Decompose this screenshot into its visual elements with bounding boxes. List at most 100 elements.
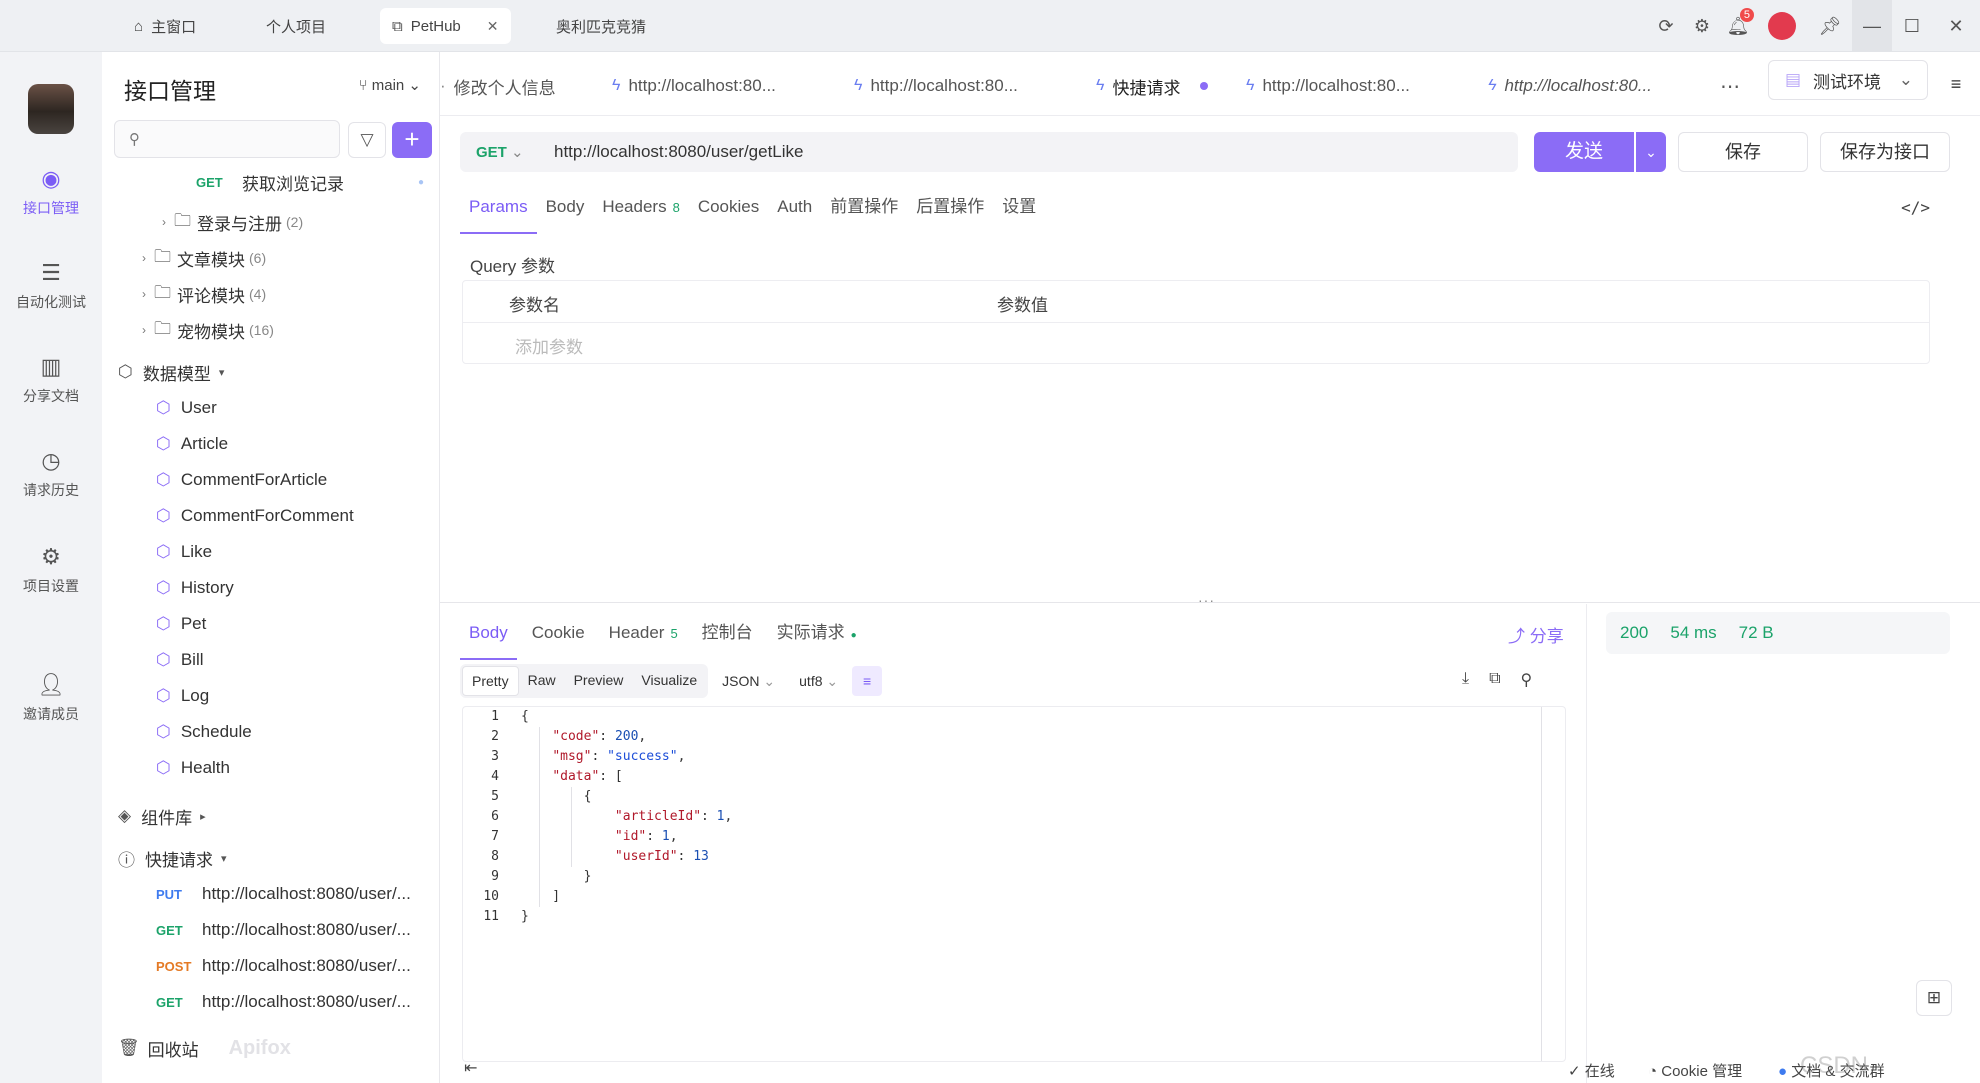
tree-folder-article[interactable]: › 🗀 文章模块 (6): [102, 242, 438, 274]
visualize-button[interactable]: Visualize: [632, 666, 706, 696]
window-tab-pethub[interactable]: ⧉ PetHub ✕: [380, 8, 511, 44]
close-window-icon[interactable]: ✕: [1932, 0, 1980, 52]
quick-request-item[interactable]: POST http://localhost:8080/user/...: [102, 950, 438, 982]
section-components[interactable]: ◈ 组件库 ▸: [102, 800, 438, 832]
resize-handle[interactable]: ···: [1198, 592, 1215, 608]
layout-toggle-icon[interactable]: ⊞: [1916, 980, 1952, 1016]
bell-icon[interactable]: 🔔︎ 5: [1720, 0, 1756, 52]
tab-response-cookie[interactable]: Cookie: [523, 616, 594, 660]
search-input[interactable]: ⚲: [114, 120, 340, 158]
url-input[interactable]: http://localhost:8080/user/getLike: [554, 142, 804, 162]
send-button[interactable]: 发送: [1534, 132, 1634, 172]
add-param-row[interactable]: 添加参数: [463, 323, 1929, 363]
method-select[interactable]: GET ⌄: [476, 143, 554, 161]
more-tabs-icon[interactable]: ⋯: [1720, 66, 1740, 106]
data-model-item[interactable]: ⬡ CommentForArticle: [102, 464, 438, 496]
tab-body[interactable]: Body: [537, 190, 594, 234]
send-options-button[interactable]: ⌄: [1636, 132, 1666, 172]
rail-item-history[interactable]: ◷ 请求历史: [0, 448, 102, 500]
maximize-icon[interactable]: ☐: [1892, 0, 1932, 52]
search-icon[interactable]: ⚲: [1521, 670, 1533, 690]
save-button[interactable]: 保存: [1678, 132, 1808, 172]
request-tab[interactable]: ϟ http://localhost:80...: [854, 66, 1018, 106]
format-select[interactable]: JSON ⌄: [712, 667, 785, 696]
quick-request-item[interactable]: PUT http://localhost:8080/user/...: [102, 878, 438, 910]
chevron-down-icon: ⌄: [1645, 144, 1657, 160]
collapse-sidebar-icon[interactable]: ⇤: [464, 1058, 477, 1078]
window-tab-olympic[interactable]: 奥利匹克竞猜: [544, 8, 658, 44]
request-tab[interactable]: ϟ http://localhost:80...: [1488, 66, 1652, 106]
tree-folder-login[interactable]: › 🗀 登录与注册 (2): [102, 206, 438, 238]
rail-item-invite[interactable]: 👤︎ 邀请成员: [0, 672, 102, 724]
data-model-item[interactable]: ⬡ Health: [102, 752, 438, 784]
copy-icon[interactable]: ⧉: [1489, 670, 1500, 690]
tab-pre-ops[interactable]: 前置操作: [821, 190, 907, 234]
profile-avatar[interactable]: [28, 84, 74, 134]
branch-selector[interactable]: ⑂ main ⌄: [359, 76, 421, 94]
request-tab[interactable]: ϟ http://localhost:80...: [1246, 66, 1410, 106]
request-tab[interactable]: · 修改个人信息: [440, 66, 556, 106]
cookie-manager-button[interactable]: ◔ Cookie 管理: [1648, 1060, 1742, 1081]
save-as-api-button[interactable]: 保存为接口: [1820, 132, 1950, 172]
download-icon[interactable]: ⤓: [1462, 670, 1469, 690]
trash-label: 回收站: [147, 1040, 199, 1060]
quick-request-item[interactable]: GET http://localhost:8080/user/...: [102, 914, 438, 946]
tab-response-body[interactable]: Body: [460, 616, 517, 660]
environment-selector[interactable]: ▤ 测试环境 ⌄: [1768, 60, 1928, 100]
rail-item-autotest[interactable]: ☰ 自动化测试: [0, 260, 102, 312]
section-quick-requests[interactable]: ⓘ 快捷请求 ▾: [102, 842, 438, 874]
sync-icon[interactable]: ⟳: [1648, 0, 1684, 52]
online-status[interactable]: ✓ 在线: [1568, 1060, 1615, 1081]
encoding-select[interactable]: utf8 ⌄: [789, 667, 848, 696]
tab-params[interactable]: Params: [460, 190, 537, 234]
data-model-item[interactable]: ⬡ Like: [102, 536, 438, 568]
tree-folder-comment[interactable]: › 🗀 评论模块 (4): [102, 278, 438, 310]
filter-button[interactable]: ▽: [348, 122, 386, 158]
tab-response-header[interactable]: Header 5: [600, 616, 687, 660]
tab-auth[interactable]: Auth: [768, 190, 821, 234]
tab-headers[interactable]: Headers 8: [593, 190, 689, 234]
data-model-item[interactable]: ⬡ CommentForComment: [102, 500, 438, 532]
data-model-item[interactable]: ⬡ Bill: [102, 644, 438, 676]
response-code-viewer[interactable]: 1{2 "code": 200, 3 "msg": "success", 4 "da…: [462, 706, 1566, 1062]
data-model-item[interactable]: ⬡ Log: [102, 680, 438, 712]
data-model-item[interactable]: ⬡ Schedule: [102, 716, 438, 748]
add-button[interactable]: +: [392, 122, 432, 158]
share-button[interactable]: ⤴ 分享: [1508, 622, 1564, 647]
tree-folder-pet[interactable]: › 🗀 宠物模块 (16): [102, 314, 438, 346]
window-tab-personal[interactable]: 个人项目: [254, 8, 338, 44]
layers-icon: ◈: [118, 806, 132, 825]
settings-icon[interactable]: ⚙: [1684, 0, 1720, 52]
rail-item-project-settings[interactable]: ⚙ 项目设置: [0, 544, 102, 596]
tab-settings[interactable]: 设置: [993, 190, 1045, 234]
pin-icon[interactable]: 📌︎: [1808, 0, 1852, 52]
data-model-item[interactable]: ⬡ History: [102, 572, 438, 604]
request-tab[interactable]: ϟ http://localhost:80...: [612, 66, 776, 106]
request-tab-active[interactable]: ϟ 快捷请求: [1096, 66, 1209, 106]
wrap-lines-icon[interactable]: ≡: [852, 666, 883, 696]
window-tab-home[interactable]: ⌂ 主窗口: [122, 8, 208, 44]
user-avatar[interactable]: [1756, 0, 1808, 52]
tab-post-ops[interactable]: 后置操作: [907, 190, 993, 234]
data-model-item[interactable]: ⬡ Article: [102, 428, 438, 460]
quick-request-item[interactable]: GET http://localhost:8080/user/...: [102, 986, 438, 1018]
tab-console[interactable]: 控制台: [693, 616, 762, 660]
tab-cookies[interactable]: Cookies: [689, 190, 768, 234]
data-model-item[interactable]: ⬡ Pet: [102, 608, 438, 640]
trash-button[interactable]: 🗑︎ 回收站 Apifox: [102, 1032, 438, 1064]
minimize-icon[interactable]: —: [1852, 0, 1892, 52]
rail-item-share-docs[interactable]: ▥ 分享文档: [0, 354, 102, 406]
tree-item-endpoint[interactable]: GET 获取浏览记录 ●: [102, 166, 438, 198]
folder-icon: 🗀: [154, 282, 171, 302]
menu-icon[interactable]: ≡: [1932, 52, 1980, 116]
raw-button[interactable]: Raw: [519, 666, 565, 696]
code-icon[interactable]: </>: [1901, 198, 1930, 217]
section-data-models[interactable]: ⬡ 数据模型 ▾: [102, 356, 438, 388]
rail-item-api[interactable]: ◉ 接口管理: [0, 166, 102, 218]
data-model-item[interactable]: ⬡ User: [102, 392, 438, 424]
preview-button[interactable]: Preview: [565, 666, 633, 696]
tree-item-count: (2): [286, 214, 304, 230]
tab-actual-request[interactable]: 实际请求 ●: [768, 616, 866, 660]
close-icon[interactable]: ✕: [487, 18, 499, 35]
pretty-button[interactable]: Pretty: [462, 666, 519, 696]
